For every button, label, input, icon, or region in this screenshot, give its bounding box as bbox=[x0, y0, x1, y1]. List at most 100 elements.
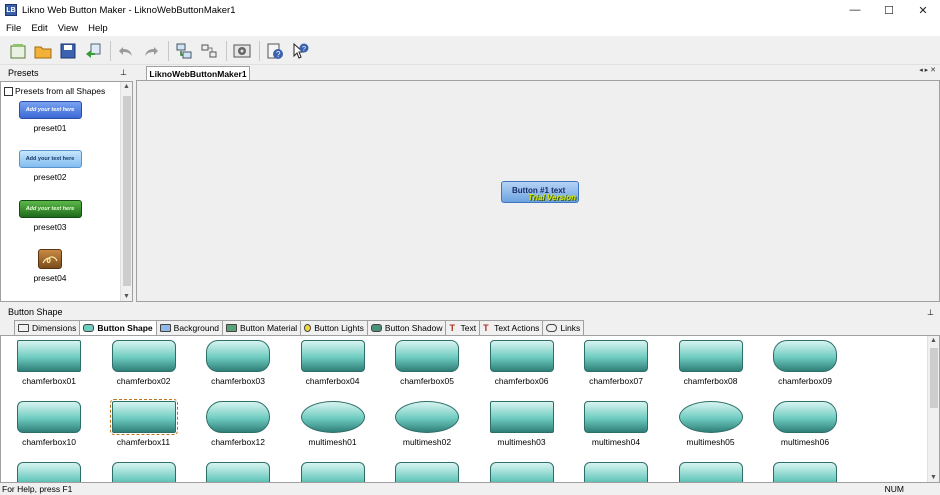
preset-item[interactable]: Add your text here preset03 bbox=[17, 200, 83, 232]
toolbar-separator bbox=[110, 40, 111, 61]
app-icon: LB bbox=[5, 4, 17, 16]
settings-button[interactable] bbox=[232, 41, 252, 61]
status-num-lock: NUM bbox=[884, 484, 904, 494]
scroll-down-icon[interactable]: ▼ bbox=[123, 293, 130, 300]
shape-item-partial[interactable] bbox=[104, 462, 184, 482]
close-button[interactable]: ✕ bbox=[906, 0, 940, 20]
tab-button-shadow[interactable]: Button Shadow bbox=[366, 320, 447, 335]
undo-button[interactable] bbox=[116, 41, 136, 61]
pin-icon[interactable]: ⊥ bbox=[927, 305, 934, 320]
shape-item-partial[interactable] bbox=[482, 462, 562, 482]
document-nav-icons[interactable]: ◂ ▸ ✕ bbox=[919, 66, 936, 74]
presets-all-shapes-checkbox[interactable] bbox=[4, 86, 13, 96]
menu-view[interactable]: View bbox=[58, 23, 78, 34]
link-icon bbox=[546, 324, 558, 332]
scroll-up-icon[interactable]: ▲ bbox=[123, 83, 130, 90]
scroll-down-icon[interactable]: ▼ bbox=[930, 474, 937, 481]
shape-item-chamferbox12[interactable]: chamferbox12 bbox=[198, 401, 278, 447]
presets-all-shapes-option[interactable]: Presets from all Shapes bbox=[4, 86, 105, 96]
shape-item-partial[interactable] bbox=[293, 462, 373, 482]
shape-item-partial[interactable] bbox=[9, 462, 89, 482]
shape-label: chamferbox08 bbox=[683, 376, 738, 386]
export-button[interactable] bbox=[83, 41, 103, 61]
tab-links[interactable]: Links bbox=[542, 320, 585, 335]
shape-item-chamferbox06[interactable]: chamferbox06 bbox=[482, 340, 562, 386]
presets-title: Presets bbox=[8, 68, 39, 78]
preset-item[interactable]: Add your text here preset02 bbox=[17, 150, 83, 182]
redo-button[interactable] bbox=[141, 41, 161, 61]
design-canvas[interactable]: Button #1 text Trial Version bbox=[136, 80, 940, 302]
svg-text:?: ? bbox=[302, 46, 306, 53]
shape-item-chamferbox09[interactable]: chamferbox09 bbox=[765, 340, 845, 386]
shape-label: multimesh03 bbox=[497, 437, 546, 447]
button-shape-header: Button Shape ⊥ bbox=[0, 305, 940, 320]
save-button[interactable] bbox=[58, 41, 78, 61]
shape-item-partial[interactable] bbox=[671, 462, 751, 482]
minimize-button[interactable]: — bbox=[838, 0, 872, 20]
preset-thumbnail: Add your text here bbox=[18, 150, 82, 168]
new-button[interactable] bbox=[8, 41, 28, 61]
menu-edit[interactable]: Edit bbox=[31, 23, 47, 34]
tab-button-lights[interactable]: Button Lights bbox=[300, 320, 368, 335]
tab-text[interactable]: T Text bbox=[445, 320, 481, 335]
shape-thumbnail bbox=[678, 340, 743, 372]
pin-icon[interactable]: ⊥ bbox=[120, 66, 127, 80]
menu-help[interactable]: Help bbox=[88, 23, 108, 34]
shape-item-multimesh03[interactable]: multimesh03 bbox=[482, 401, 562, 447]
shape-thumbnail bbox=[17, 462, 81, 482]
shape-label: chamferbox04 bbox=[305, 376, 360, 386]
shape-item-partial[interactable] bbox=[576, 462, 656, 482]
shape-thumbnail bbox=[206, 401, 270, 433]
scroll-thumb[interactable] bbox=[123, 96, 131, 286]
tab-button-material[interactable]: Button Material bbox=[222, 320, 302, 335]
gallery-scrollbar[interactable]: ▲ ▼ bbox=[927, 336, 939, 482]
maximize-button[interactable]: ☐ bbox=[872, 0, 906, 20]
shape-item-partial[interactable] bbox=[387, 462, 467, 482]
presets-all-shapes-label: Presets from all Shapes bbox=[15, 86, 106, 96]
shape-item-chamferbox08[interactable]: chamferbox08 bbox=[671, 340, 751, 386]
status-help-text: For Help, press F1 bbox=[2, 484, 73, 494]
menu-file[interactable]: File bbox=[6, 23, 21, 34]
shape-item-chamferbox04[interactable]: chamferbox04 bbox=[293, 340, 373, 386]
shape-thumbnail bbox=[300, 340, 365, 372]
shape-item-multimesh02[interactable]: multimesh02 bbox=[387, 401, 467, 447]
tab-dimensions[interactable]: Dimensions bbox=[14, 320, 81, 335]
context-help-button[interactable]: ? bbox=[290, 41, 310, 61]
shape-item-chamferbox11[interactable]: chamferbox11 bbox=[104, 399, 184, 447]
canvas-button-preview[interactable]: Button #1 text Trial Version bbox=[501, 181, 579, 203]
publish-button[interactable] bbox=[199, 41, 219, 61]
material-icon bbox=[226, 324, 238, 332]
generate-button[interactable] bbox=[174, 41, 194, 61]
shape-item-multimesh04[interactable]: multimesh04 bbox=[576, 401, 656, 447]
shape-item-chamferbox01[interactable]: chamferbox01 bbox=[9, 340, 89, 386]
tab-button-shape[interactable]: Button Shape bbox=[79, 320, 157, 335]
app-window: LB Likno Web Button Maker - LiknoWebButt… bbox=[0, 0, 940, 495]
toolbar-separator bbox=[226, 40, 227, 61]
shape-item-chamferbox03[interactable]: chamferbox03 bbox=[198, 340, 278, 386]
shape-item-partial[interactable] bbox=[198, 462, 278, 482]
preset-item[interactable]: Add your text here preset01 bbox=[17, 101, 83, 133]
shape-thumbnail bbox=[109, 399, 178, 435]
open-button[interactable] bbox=[33, 41, 53, 61]
shape-item-multimesh05[interactable]: multimesh05 bbox=[671, 401, 751, 447]
shape-item-chamferbox07[interactable]: chamferbox07 bbox=[576, 340, 656, 386]
presets-scrollbar[interactable]: ▲ ▼ bbox=[120, 82, 132, 301]
shape-item-multimesh01[interactable]: multimesh01 bbox=[293, 401, 373, 447]
help-button[interactable]: ? bbox=[265, 41, 285, 61]
shape-item-partial[interactable] bbox=[765, 462, 845, 482]
shape-item-chamferbox05[interactable]: chamferbox05 bbox=[387, 340, 467, 386]
shape-item-chamferbox10[interactable]: chamferbox10 bbox=[9, 401, 89, 447]
button-shape-icon bbox=[83, 324, 95, 332]
shape-label: chamferbox07 bbox=[589, 376, 643, 386]
shape-item-multimesh06[interactable]: multimesh06 bbox=[765, 401, 845, 447]
shape-item-chamferbox02[interactable]: chamferbox02 bbox=[104, 340, 184, 386]
scroll-thumb[interactable] bbox=[930, 348, 938, 408]
tab-background[interactable]: Background bbox=[155, 320, 224, 335]
preset-item[interactable]: preset04 bbox=[17, 249, 83, 283]
tab-document[interactable]: LiknoWebButtonMaker1 bbox=[146, 66, 250, 80]
background-icon bbox=[159, 324, 171, 332]
tab-text-actions[interactable]: T Text Actions bbox=[479, 320, 544, 335]
shape-label: chamferbox05 bbox=[400, 376, 454, 386]
new-icon bbox=[10, 43, 26, 58]
scroll-up-icon[interactable]: ▲ bbox=[930, 337, 937, 344]
